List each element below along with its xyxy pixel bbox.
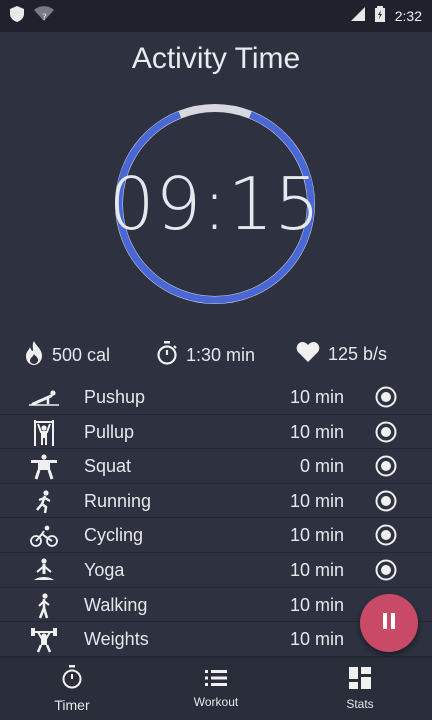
- pause-button[interactable]: [360, 594, 418, 652]
- activity-duration: 10 min: [289, 559, 344, 580]
- nav-timer[interactable]: Timer: [0, 658, 144, 720]
- dashboard-icon: [349, 667, 371, 694]
- activity-duration: 10 min: [289, 387, 344, 407]
- radio-selected-icon[interactable]: [375, 386, 397, 408]
- activity-name: Pushup: [84, 387, 146, 407]
- heart-icon: [296, 341, 320, 368]
- activity-name: Pullup: [84, 421, 135, 442]
- pullup-icon: [28, 419, 60, 446]
- activity-duration: 10 min: [289, 421, 344, 442]
- cycling-icon: [28, 523, 60, 549]
- nav-workout[interactable]: Workout: [144, 658, 288, 720]
- flame-icon: [24, 341, 44, 370]
- svg-text:?: ?: [42, 13, 47, 22]
- radio-selected-icon[interactable]: [375, 559, 397, 581]
- list-item[interactable]: Pushup 10 min: [0, 380, 432, 415]
- activity-name: Weights: [84, 629, 149, 650]
- activity-name: Running: [84, 490, 152, 511]
- activity-duration: 10 min: [289, 629, 344, 650]
- stopwatch-icon: [61, 665, 83, 694]
- running-icon: [28, 489, 60, 515]
- weights-icon: [28, 627, 60, 653]
- nav-timer-label: Timer: [54, 697, 90, 713]
- radio-selected-icon[interactable]: [375, 455, 397, 477]
- list-item[interactable]: Yoga 10 min: [0, 553, 432, 588]
- status-time: 2:32: [394, 8, 422, 24]
- duration-stat: 1:30 min: [156, 341, 255, 370]
- calories-stat: 500 cal: [24, 341, 110, 370]
- shield-icon: [10, 5, 24, 27]
- status-bar: ? 2:32: [0, 0, 432, 32]
- nav-stats-label: Stats: [346, 697, 374, 711]
- list-item[interactable]: Squat 0 min: [0, 449, 432, 484]
- calories-value: 500 cal: [52, 345, 111, 365]
- bottom-navigation: Timer Workout Stats: [0, 657, 432, 720]
- list-item[interactable]: Running 10 min: [0, 484, 432, 519]
- heart-rate-stat: 125 b/s: [296, 341, 387, 368]
- heart-rate-value: 125 b/s: [328, 344, 388, 364]
- activity-name: Cycling: [84, 525, 144, 546]
- list-item[interactable]: Pullup 10 min: [0, 415, 432, 450]
- battery-icon: [374, 5, 385, 27]
- page-title: Activity Time: [131, 42, 301, 75]
- radio-selected-icon[interactable]: [375, 421, 397, 443]
- duration-value: 1:30 min: [186, 345, 256, 365]
- radio-selected-icon[interactable]: [375, 490, 397, 512]
- wifi-icon: ?: [34, 5, 54, 27]
- activity-duration: 10 min: [289, 525, 344, 546]
- walking-icon: [28, 592, 60, 619]
- activity-name: Squat: [84, 456, 132, 477]
- activity-name: Walking: [84, 594, 148, 615]
- list-icon: [205, 669, 227, 692]
- signal-icon: [350, 6, 365, 26]
- squat-icon: [28, 454, 60, 480]
- nav-workout-label: Workout: [193, 695, 239, 709]
- nav-stats[interactable]: Stats: [288, 658, 432, 720]
- pause-icon: [381, 612, 397, 635]
- stats-row: 500 cal 1:30 min 125 b/s: [0, 337, 432, 369]
- activity-duration: 0 min: [299, 456, 344, 477]
- timer-display: 09:15: [108, 162, 322, 246]
- activity-duration: 10 min: [289, 490, 344, 511]
- radio-selected-icon[interactable]: [375, 524, 397, 546]
- yoga-icon: [28, 558, 60, 584]
- list-item[interactable]: Cycling 10 min: [0, 518, 432, 553]
- timer-ring: 09:15: [108, 99, 322, 309]
- pushup-icon: [28, 385, 60, 411]
- stopwatch-icon: [156, 341, 178, 370]
- activity-name: Yoga: [84, 559, 125, 580]
- activity-duration: 10 min: [289, 594, 344, 615]
